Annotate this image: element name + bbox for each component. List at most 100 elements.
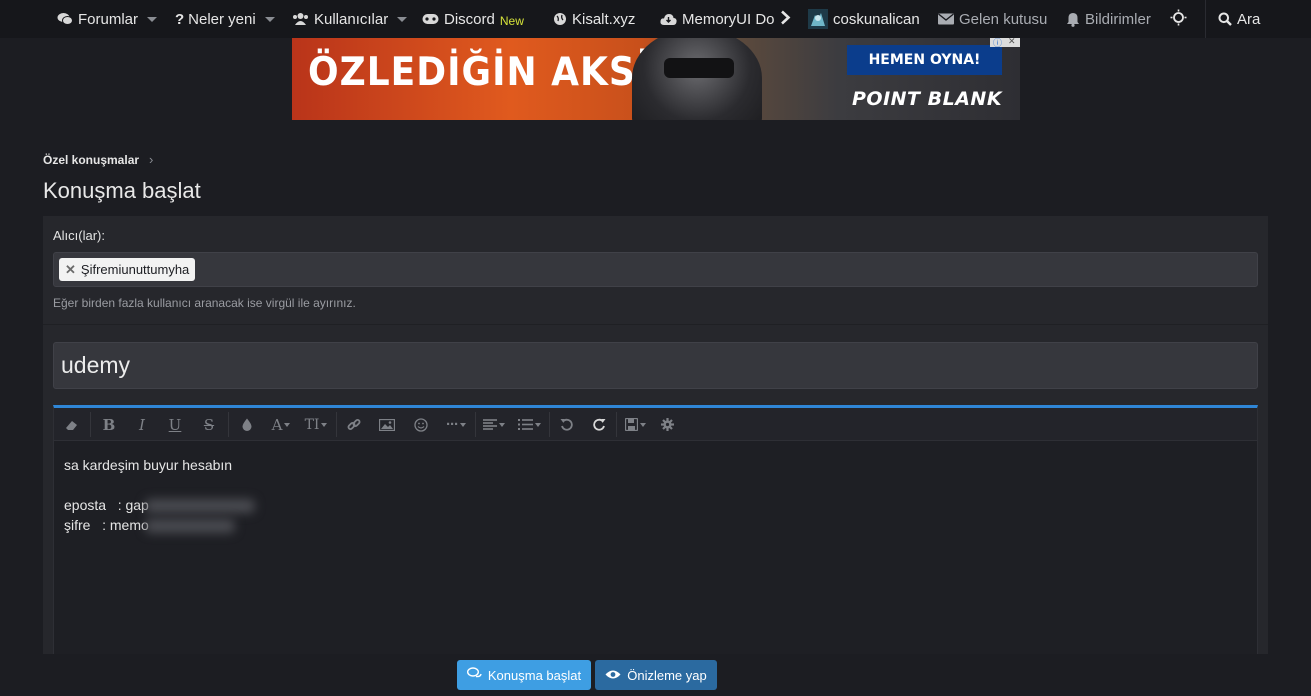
bell-icon [1066, 12, 1080, 27]
save-draft-icon[interactable] [619, 408, 651, 441]
sun-icon[interactable] [1170, 9, 1187, 30]
nav-inbox-label: Gelen kutusu [959, 10, 1048, 28]
list-icon[interactable] [512, 408, 546, 441]
theme-toggle[interactable] [1170, 0, 1187, 38]
underline-icon[interactable]: U [160, 408, 190, 441]
cloud-download-icon [660, 13, 677, 26]
nav-whats-new[interactable]: ? Neler yeni [175, 0, 275, 38]
nav-kisalt-label: Kisalt.xyz [572, 10, 636, 28]
redo-icon[interactable] [584, 408, 614, 441]
more-options-icon[interactable]: ··· [439, 408, 473, 441]
bold-icon[interactable]: B [94, 408, 124, 441]
nav-user[interactable]: coskunalican [808, 0, 920, 38]
nav-discord-label: Discord [444, 10, 495, 28]
toolbar-divider [90, 412, 91, 437]
toolbar-divider [336, 412, 337, 437]
search-icon [1218, 12, 1232, 26]
eraser-icon[interactable] [56, 408, 88, 441]
recipients-row: Alıcı(lar): ✕ Şifremiunuttumyha Eğer bir… [43, 216, 1268, 325]
smiley-icon[interactable] [406, 408, 436, 441]
nav-members-label: Kullanıcılar [314, 10, 389, 28]
eye-icon [605, 668, 621, 683]
nav-username-label: coskunalican [833, 10, 920, 28]
nav-forums[interactable]: Forumlar [57, 0, 158, 38]
message-line-text: eposta : gap [64, 497, 149, 513]
nav-kisalt[interactable]: Kisalt.xyz [553, 0, 635, 38]
nav-forums-label: Forumlar [78, 10, 139, 28]
nav-members[interactable]: Kullanıcılar [292, 0, 408, 38]
chevron-down-icon[interactable] [397, 16, 408, 22]
start-conversation-label: Konuşma başlat [487, 667, 582, 683]
conversation-title-value: udemy [61, 352, 131, 378]
chevron-right-icon[interactable] [780, 10, 791, 29]
form-submit-row: Konuşma başlat Önizleme yap [43, 654, 1268, 696]
remove-token-icon[interactable]: ✕ [65, 262, 76, 278]
message-body[interactable]: sa kardeşim buyur hesabın eposta : gap ş… [64, 455, 255, 535]
gear-icon[interactable] [652, 408, 682, 441]
ad-soldier-image [632, 38, 762, 120]
image-icon[interactable] [372, 408, 402, 441]
nav-memoryui[interactable]: MemoryUI Do [660, 0, 776, 38]
start-conversation-button[interactable]: Konuşma başlat [457, 660, 591, 690]
italic-icon[interactable]: I [127, 408, 157, 441]
ad-choices-icon[interactable]: ⓘ ✕ [990, 38, 1020, 48]
breadcrumb-item-conversations[interactable]: Özel konuşmalar [43, 153, 139, 167]
envelope-icon [938, 13, 954, 25]
redacted-blur [144, 519, 235, 534]
conversation-title-input[interactable]: udemy [53, 342, 1258, 389]
editor-toolbar: B I U S A TI ··· [54, 408, 1257, 441]
toolbar-divider [616, 412, 617, 437]
nav-search-label: Ara [1237, 10, 1261, 28]
font-family-icon[interactable]: A [265, 408, 297, 441]
toolbar-divider [228, 412, 229, 437]
nav-scroll-right[interactable] [780, 0, 791, 38]
globe-icon [553, 12, 567, 26]
redacted-blur [144, 499, 255, 514]
question-icon: ? [175, 10, 185, 28]
toolbar-divider [549, 412, 550, 437]
toolbar-divider [475, 412, 476, 437]
comments-icon [57, 12, 73, 26]
recipient-token[interactable]: ✕ Şifremiunuttumyha [59, 258, 196, 281]
recipients-hint: Eğer birden fazla kullanıcı aranacak ise… [53, 296, 356, 310]
recipients-input[interactable]: ✕ Şifremiunuttumyha [53, 252, 1258, 287]
avatar [808, 9, 828, 29]
font-size-icon[interactable]: TI [299, 408, 333, 441]
breadcrumb: Özel konuşmalar › [43, 152, 153, 167]
ad-banner[interactable]: ÖZLEDİĞİN AKSİYON! HEMEN OYNA! POINT BLA… [292, 38, 1020, 120]
message-line: sa kardeşim buyur hesabın [64, 457, 233, 473]
preview-label: Önizleme yap [627, 667, 707, 683]
message-line: şifre : memo [64, 515, 255, 535]
ad-brand-logo: POINT BLANK [852, 88, 1003, 110]
preview-button[interactable]: Önizleme yap [595, 660, 717, 690]
message-line: eposta : gap [64, 495, 255, 515]
undo-icon[interactable] [551, 408, 581, 441]
align-icon[interactable] [478, 408, 510, 441]
ad-cta-button[interactable]: HEMEN OYNA! [847, 45, 1002, 75]
nav-divider [1205, 0, 1206, 38]
chevron-down-icon[interactable] [264, 16, 275, 22]
top-navigation: Forumlar ? Neler yeni Kullanıcılar Disco… [0, 0, 1311, 38]
message-editor[interactable]: B I U S A TI ··· sa kardeşim buyur hesab… [53, 405, 1258, 696]
nav-search[interactable]: Ara [1218, 0, 1260, 38]
comments-icon [466, 667, 482, 683]
chevron-right-icon: › [149, 152, 154, 167]
nav-memoryui-label: MemoryUI Do [682, 10, 775, 28]
recipient-token-label: Şifremiunuttumyha [80, 262, 190, 277]
new-badge: New [499, 13, 524, 28]
nav-alerts[interactable]: Bildirimler [1066, 0, 1151, 38]
nav-alerts-label: Bildirimler [1085, 10, 1151, 28]
nav-inbox[interactable]: Gelen kutusu [938, 0, 1047, 38]
recipients-label: Alıcı(lar): [53, 228, 105, 243]
text-color-icon[interactable] [232, 408, 262, 441]
chevron-down-icon[interactable] [147, 16, 158, 22]
conversation-form: Alıcı(lar): ✕ Şifremiunuttumyha Eğer bir… [43, 216, 1268, 696]
link-icon[interactable] [339, 408, 369, 441]
users-icon [292, 12, 309, 26]
strikethrough-icon[interactable]: S [194, 408, 224, 441]
nav-whats-new-label: Neler yeni [188, 10, 256, 28]
nav-discord[interactable]: Discord New [422, 0, 524, 38]
ad-soldier-visor [664, 58, 734, 78]
page-title: Konuşma başlat [43, 178, 201, 203]
message-line [64, 475, 255, 495]
